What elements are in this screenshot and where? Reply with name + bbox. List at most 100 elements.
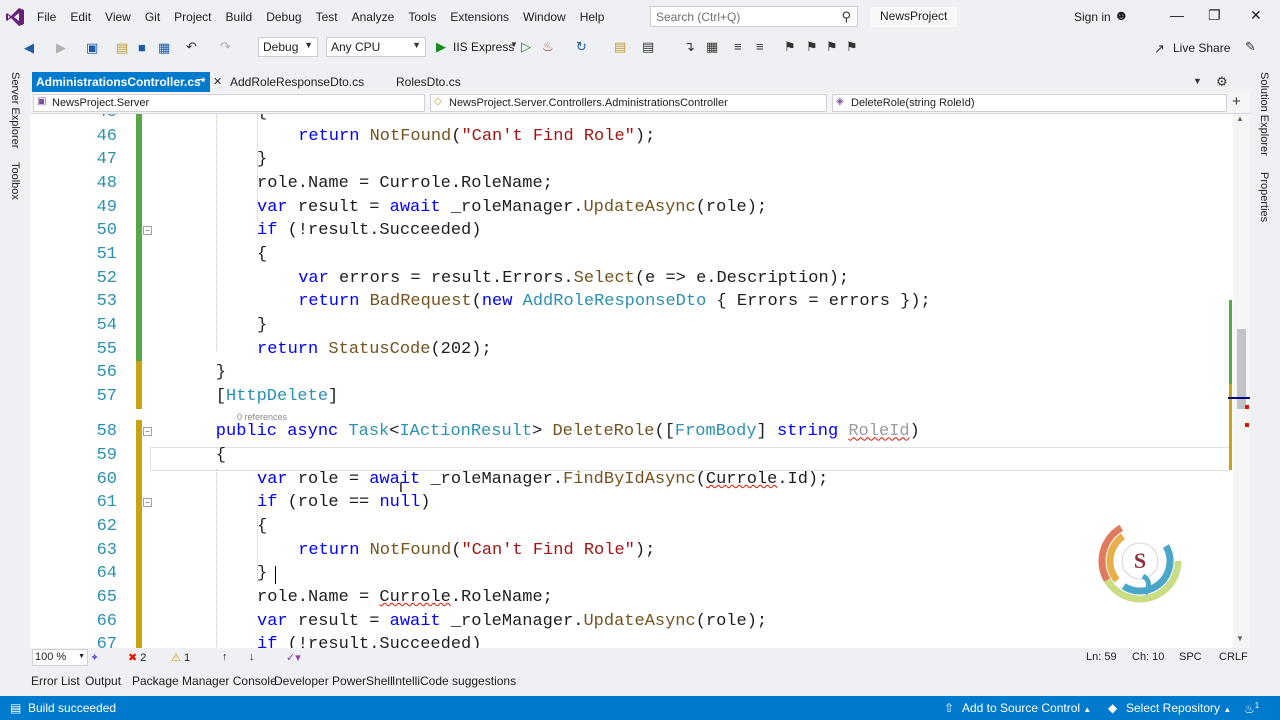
code-editor[interactable]: 45{46return NotFound("Can't Find Role");…: [30, 114, 1233, 648]
run-target-label[interactable]: IIS Express: [453, 40, 514, 54]
navigate-back-icon[interactable]: ◀: [24, 40, 34, 56]
navigate-forward-icon[interactable]: ▶: [56, 40, 66, 56]
whitespace-indicator[interactable]: SPC: [1179, 651, 1202, 663]
tab-output[interactable]: Output: [85, 674, 121, 688]
code-line[interactable]: 49 var result = await _roleManager.Update…: [30, 196, 1233, 219]
uncomment-icon[interactable]: ≡: [756, 39, 764, 54]
warning-count[interactable]: ⚠ 1: [171, 651, 190, 664]
menu-item-window[interactable]: Window: [516, 10, 573, 24]
code-cleanup-icon[interactable]: ✓▾: [286, 651, 301, 664]
code-line[interactable]: 47}: [30, 148, 1233, 171]
tab-administrations-controller[interactable]: AdministrationsController.cs* −: [32, 72, 210, 92]
scroll-up-icon[interactable]: ▲: [1236, 114, 1244, 123]
toolbox-tab[interactable]: Toolbox: [9, 162, 21, 200]
live-share-button[interactable]: Live Share: [1173, 41, 1230, 55]
server-explorer-tab[interactable]: Server Explorer: [9, 72, 21, 148]
code-line[interactable]: 59 {: [30, 444, 1233, 467]
code-line[interactable]: 60 var role = await _roleManager.FindById…: [30, 468, 1233, 491]
code-line[interactable]: 45 {: [30, 114, 1233, 124]
minimize-icon[interactable]: —: [1170, 7, 1184, 23]
code-line[interactable]: 58 public async Task<IActionResult> Delet…: [30, 420, 1233, 443]
code-line[interactable]: 57 [HttpDelete]: [30, 385, 1233, 408]
collapse-region-icon[interactable]: −: [143, 226, 152, 236]
menu-item-tools[interactable]: Tools: [401, 10, 443, 24]
bookmark-next-icon[interactable]: ⚑: [826, 39, 838, 55]
menu-item-project[interactable]: Project: [167, 10, 218, 24]
collapse-region-icon[interactable]: −: [143, 498, 152, 508]
menu-item-test[interactable]: Test: [309, 10, 345, 24]
chevron-down-icon[interactable]: ▼: [510, 40, 518, 49]
code-line[interactable]: 56}: [30, 361, 1233, 384]
notifications-bell-icon[interactable]: ♨1: [1244, 701, 1259, 716]
project-select[interactable]: ▣ NewsProject.Server: [33, 94, 425, 112]
solution-explorer-tab[interactable]: Solution Explorer: [1258, 72, 1270, 156]
line-ending-indicator[interactable]: CRLF: [1219, 651, 1248, 663]
menu-item-extensions[interactable]: Extensions: [443, 10, 516, 24]
split-editor-icon[interactable]: +: [1232, 93, 1241, 110]
tab-intellicode-suggestions[interactable]: IntelliCode suggestions: [392, 674, 516, 688]
class-select[interactable]: ◇ NewsProject.Server.Controllers.Adminis…: [430, 94, 827, 112]
undo-icon[interactable]: ↶: [186, 39, 197, 55]
add-to-source-control-button[interactable]: Add to Source Control ▲: [962, 701, 1091, 715]
comment-icon[interactable]: ≡: [734, 39, 742, 54]
chevron-down-icon[interactable]: ▼: [1193, 76, 1202, 86]
code-line[interactable]: 54}: [30, 314, 1233, 337]
save-icon[interactable]: ■: [138, 40, 146, 55]
code-line[interactable]: 63 return NotFound("Can't Find Role");: [30, 539, 1233, 562]
code-line[interactable]: 50 if (!result.Succeeded): [30, 219, 1233, 242]
search-input[interactable]: Search (Ctrl+Q) ⚲: [650, 6, 858, 27]
line-indicator[interactable]: Ln: 59: [1086, 651, 1117, 663]
properties-tab[interactable]: Properties: [1258, 172, 1270, 222]
menu-item-help[interactable]: Help: [573, 10, 612, 24]
close-icon[interactable]: ✕: [1250, 7, 1262, 24]
tab-developer-powershell[interactable]: Developer PowerShell: [274, 674, 393, 688]
code-line[interactable]: 67 if (!result.Succeeded): [30, 633, 1233, 648]
feedback-icon[interactable]: ✎: [1245, 39, 1256, 55]
menu-item-git[interactable]: Git: [138, 10, 167, 24]
sign-in-link[interactable]: Sign in: [1074, 10, 1111, 24]
tab-roles-dto[interactable]: RolesDto.cs: [392, 72, 465, 92]
menu-item-view[interactable]: View: [98, 10, 138, 24]
configuration-select[interactable]: Debug ▼: [258, 37, 318, 57]
new-project-icon[interactable]: ▣: [86, 40, 98, 56]
tab-package-manager-console[interactable]: Package Manager Console: [132, 674, 277, 688]
arrow-down-icon[interactable]: ↓: [249, 651, 255, 663]
select-repository-button[interactable]: Select Repository ▲: [1126, 701, 1231, 715]
pin-icon[interactable]: −: [196, 75, 202, 86]
menu-item-build[interactable]: Build: [219, 10, 260, 24]
codelens-references[interactable]: 0 references: [237, 412, 287, 422]
code-line[interactable]: 51 {: [30, 243, 1233, 266]
bookmark-icon[interactable]: ⚑: [784, 39, 796, 55]
collapse-region-icon[interactable]: −: [143, 427, 152, 437]
code-line[interactable]: 55 return StatusCode(202);: [30, 338, 1233, 361]
breakpoints-icon[interactable]: ▦: [706, 39, 718, 55]
column-indicator[interactable]: Ch: 10: [1132, 651, 1164, 663]
save-all-icon[interactable]: ▦: [158, 40, 170, 56]
editor-vertical-scrollbar[interactable]: ▲ ▼: [1228, 114, 1250, 648]
tab-add-role-response-dto[interactable]: AddRoleResponseDto.cs: [226, 72, 368, 92]
code-line[interactable]: 65 role.Name = Currole.RoleName;: [30, 586, 1233, 609]
tab-error-list[interactable]: Error List: [31, 674, 80, 688]
intellicode-icon[interactable]: ✦: [90, 651, 99, 664]
open-folder-icon[interactable]: ▤: [116, 40, 128, 56]
start-without-debugging-icon[interactable]: ▷: [521, 39, 531, 55]
bookmark-clear-icon[interactable]: ⚑: [846, 39, 858, 55]
settings-gear-icon[interactable]: ⚙: [1216, 74, 1228, 90]
zoom-select[interactable]: 100 % ▼: [32, 649, 88, 666]
code-line[interactable]: 52 var errors = result.Errors.Select(e =>…: [30, 267, 1233, 290]
hot-reload-icon[interactable]: ♨: [542, 39, 554, 55]
menu-item-debug[interactable]: Debug: [259, 10, 308, 24]
code-line[interactable]: 48 role.Name = Currole.RoleName;: [30, 172, 1233, 195]
scroll-down-icon[interactable]: ▼: [1236, 634, 1244, 643]
restore-icon[interactable]: ❐: [1208, 7, 1221, 24]
code-line[interactable]: 62 {: [30, 515, 1233, 538]
code-line[interactable]: 66 var result = await _roleManager.Update…: [30, 610, 1233, 633]
menu-item-file[interactable]: File: [30, 10, 63, 24]
folder-icon[interactable]: ▤: [614, 39, 626, 55]
code-line[interactable]: 53 return BadRequest(new AddRoleResponseD…: [30, 290, 1233, 313]
menu-item-edit[interactable]: Edit: [63, 10, 98, 24]
bookmark-prev-icon[interactable]: ⚑: [806, 39, 818, 55]
arrow-up-icon[interactable]: ↑: [222, 651, 228, 663]
step-icon[interactable]: ↴: [684, 39, 695, 55]
error-count[interactable]: ✖ 2: [128, 651, 146, 664]
